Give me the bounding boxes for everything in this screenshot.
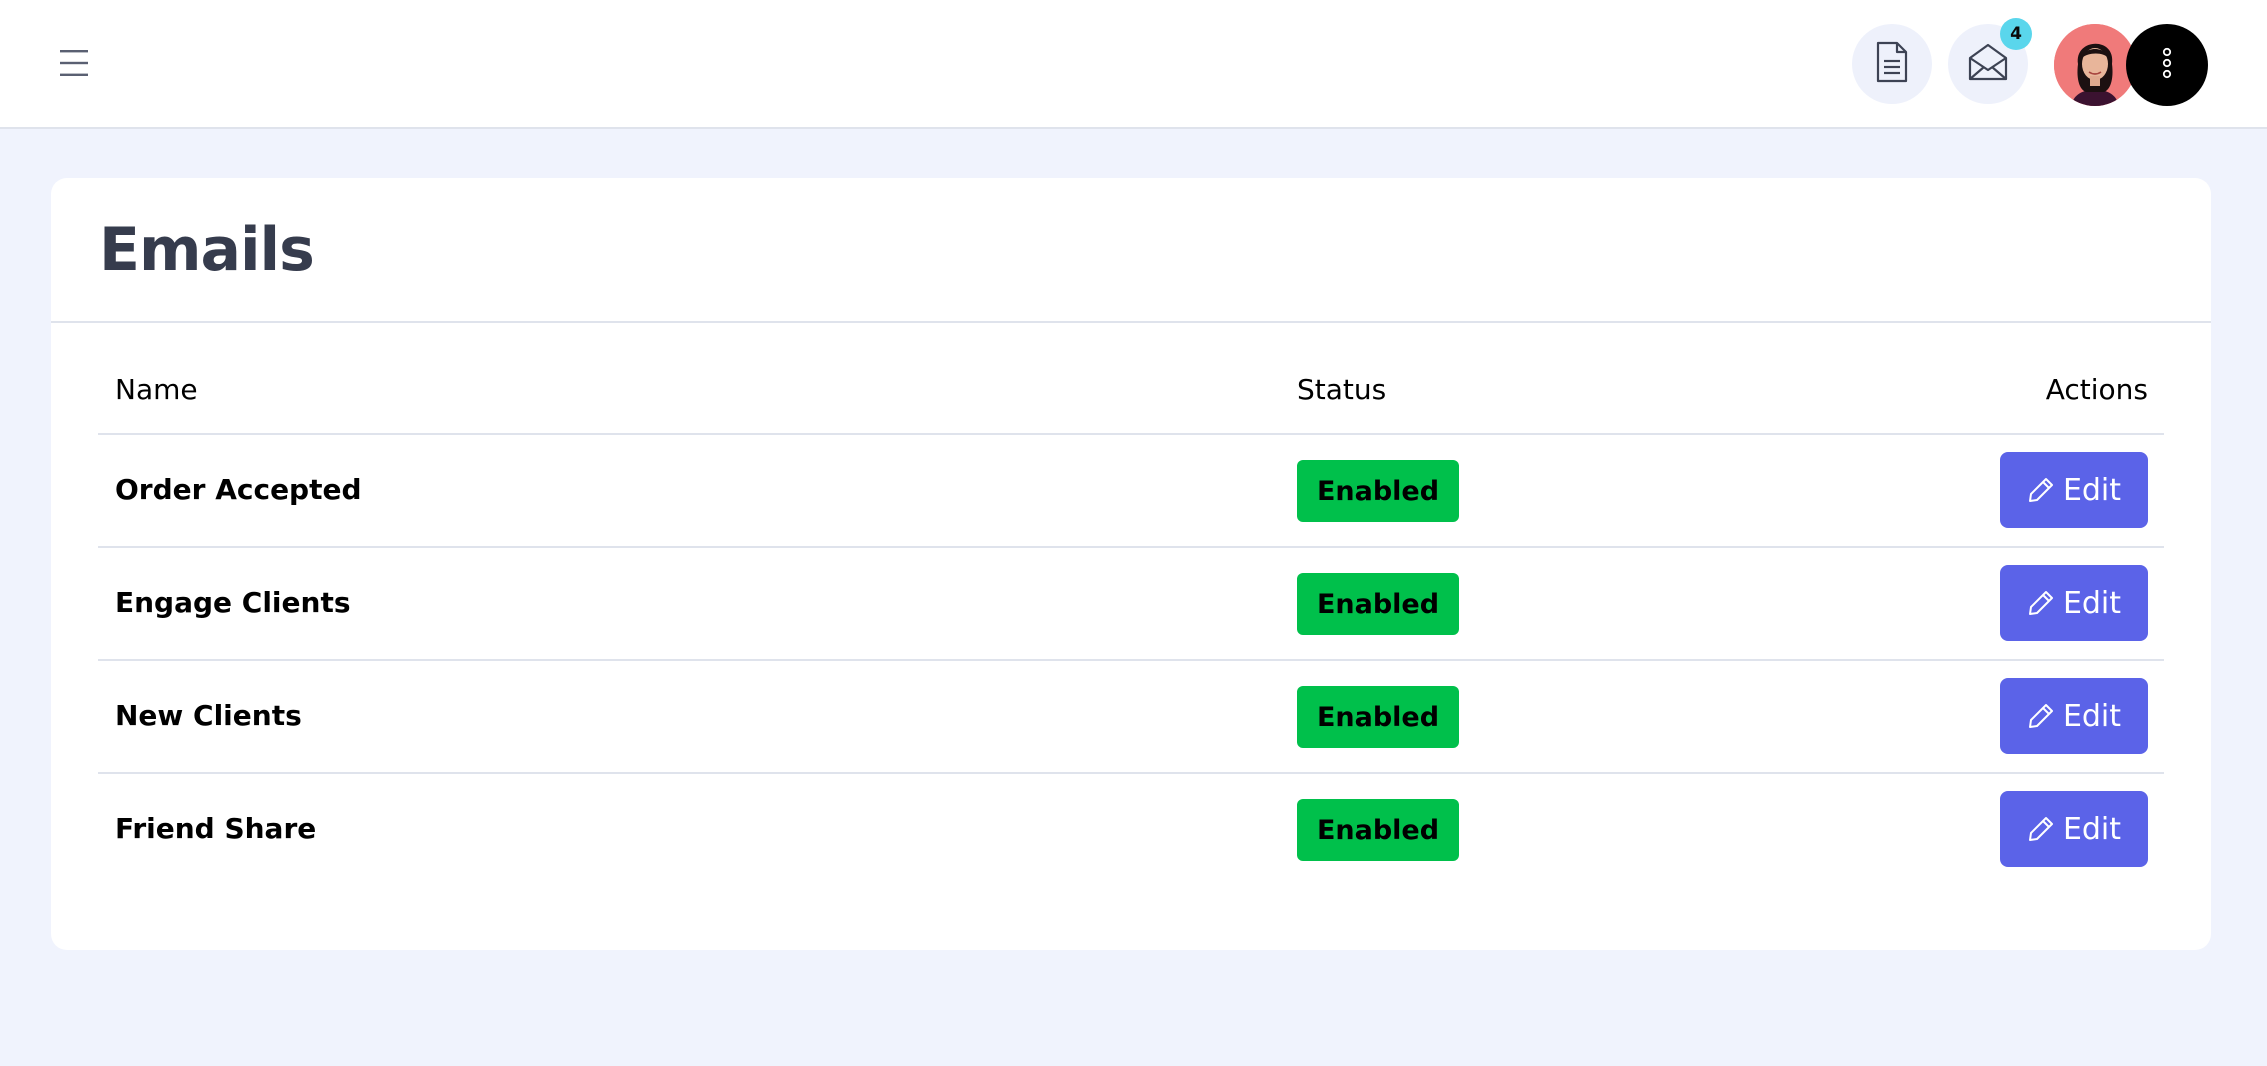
status-badge: Enabled [1297,686,1459,748]
table-row: New Clients Enabled Edit [98,661,2164,774]
emails-table: Name Status Actions Order Accepted Enabl… [98,323,2164,887]
document-icon [1874,41,1910,87]
pencil-icon [2027,702,2055,730]
vertical-dots-icon [2161,47,2173,83]
table-row: Order Accepted Enabled Edit [98,435,2164,548]
edit-button[interactable]: Edit [2000,565,2148,641]
edit-button[interactable]: Edit [2000,678,2148,754]
more-options-button[interactable] [2126,24,2208,106]
page-title: Emails [99,214,315,285]
document-button[interactable] [1852,24,1932,104]
user-avatar[interactable] [2054,24,2136,106]
mail-count-badge: 4 [2000,18,2032,50]
status-badge: Enabled [1297,460,1459,522]
pencil-icon [2027,476,2055,504]
emails-card: Emails Name Status Actions Order Accepte… [51,178,2211,950]
hamburger-menu-icon[interactable] [56,46,92,80]
edit-button[interactable]: Edit [2000,791,2148,867]
table-header: Name Status Actions [98,323,2164,435]
pencil-icon [2027,815,2055,843]
column-header-name: Name [115,373,198,406]
envelope-open-icon [1967,42,2009,86]
status-badge: Enabled [1297,573,1459,635]
card-header: Emails [51,178,2211,323]
column-header-status: Status [1297,373,1387,406]
email-name: New Clients [115,699,302,732]
edit-label: Edit [2062,698,2122,734]
pencil-icon [2027,589,2055,617]
email-name: Order Accepted [115,473,362,506]
email-name: Friend Share [115,812,317,845]
edit-label: Edit [2062,472,2122,508]
email-name: Engage Clients [115,586,351,619]
edit-label: Edit [2062,811,2122,847]
status-badge: Enabled [1297,799,1459,861]
table-row: Friend Share Enabled Edit [98,774,2164,887]
column-header-actions: Actions [2045,373,2148,406]
edit-label: Edit [2062,585,2122,621]
table-row: Engage Clients Enabled Edit [98,548,2164,661]
edit-button[interactable]: Edit [2000,452,2148,528]
top-bar: 4 [0,0,2267,129]
mail-button[interactable]: 4 [1948,18,2032,104]
